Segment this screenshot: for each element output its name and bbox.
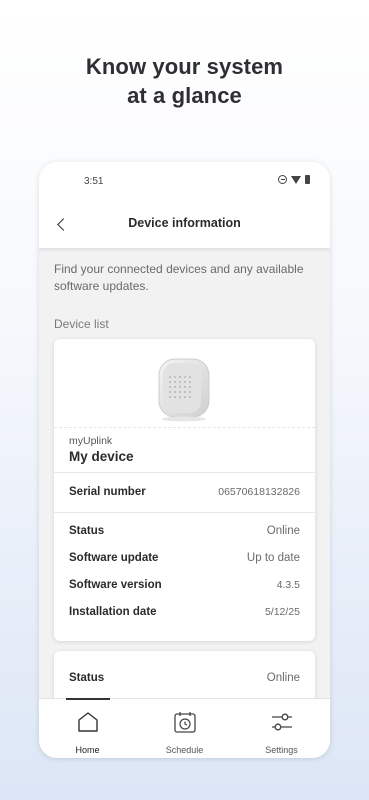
promo-headline-line1: Know your system (85, 54, 284, 79)
installation-date-row: Installation date 5/12/25 (69, 606, 300, 618)
device-brand: myUplink (69, 435, 113, 447)
serial-number-value: 06570618132826 (218, 486, 300, 498)
calendar-clock-icon (174, 712, 196, 733)
nav-settings[interactable]: Settings (233, 699, 330, 758)
promo-headline: Know your system at a glance (0, 52, 369, 110)
nav-settings-label: Settings (265, 745, 298, 755)
device-name: My device (69, 449, 134, 464)
status-time: 3:51 (84, 176, 104, 187)
app-bar: Device information (39, 202, 330, 248)
status-value: Online (266, 525, 300, 537)
software-update-row: Software update Up to date (69, 552, 300, 564)
second-device-card[interactable]: Status Online (54, 651, 315, 698)
software-version-value: 4.3.5 (276, 579, 300, 591)
nav-schedule-label: Schedule (165, 745, 204, 755)
installation-date-value: 5/12/25 (264, 606, 300, 618)
status-label: Status (69, 525, 105, 537)
nav-home-label: Home (75, 745, 100, 755)
phone-screen: 3:51 Device information Find your connec… (39, 162, 330, 758)
content-area[interactable]: Find your connected devices and any avai… (39, 248, 330, 698)
software-version-label: Software version (69, 579, 162, 591)
status-row: Status Online (69, 525, 300, 537)
nav-home[interactable]: Home (39, 698, 136, 758)
status-icons (278, 175, 310, 184)
second-status-row: Status Online (69, 672, 300, 684)
status-bar: 3:51 (39, 162, 330, 202)
divider (54, 512, 315, 513)
divider (54, 427, 315, 428)
do-not-disturb-icon (278, 175, 287, 184)
page-title: Device information (128, 216, 241, 230)
software-update-label: Software update (69, 552, 159, 564)
second-status-value: Online (266, 672, 300, 684)
serial-number-label: Serial number (69, 486, 146, 498)
second-status-label: Status (69, 672, 105, 684)
wifi-icon (291, 175, 301, 184)
promo-headline-line2: at a glance (127, 83, 242, 108)
device-card[interactable]: myUplink My device Serial number 0657061… (54, 339, 315, 641)
device-list-label: Device list (54, 317, 109, 331)
software-version-row: Software version 4.3.5 (69, 579, 300, 591)
software-update-value: Up to date (246, 552, 300, 564)
active-tab-indicator (66, 698, 110, 700)
home-icon (78, 712, 98, 732)
device-image (158, 358, 210, 422)
divider (54, 472, 315, 473)
intro-text: Find your connected devices and any avai… (54, 262, 304, 293)
sliders-icon (272, 713, 292, 731)
battery-icon (305, 175, 310, 184)
installation-date-label: Installation date (69, 606, 157, 618)
serial-number-row: Serial number 06570618132826 (69, 486, 300, 498)
bottom-navigation: Home Schedule Settings (39, 698, 330, 758)
nav-schedule[interactable]: Schedule (136, 699, 233, 758)
